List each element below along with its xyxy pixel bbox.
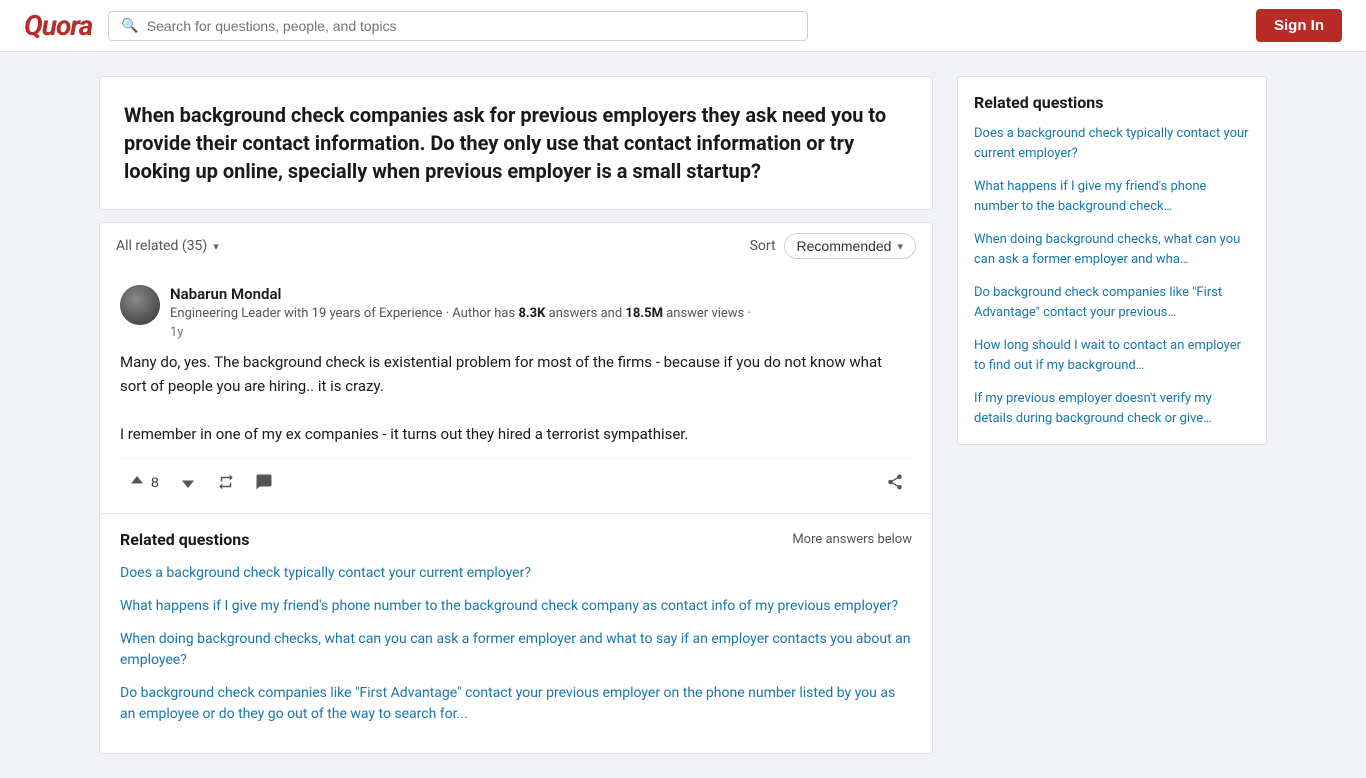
sidebar-link-6[interactable]: If my previous employer doesn't verify m… — [974, 389, 1250, 428]
all-related-button[interactable]: All related (35) ▾ — [116, 238, 219, 254]
share-icon — [886, 473, 904, 491]
more-answers-label: More answers below — [792, 532, 912, 547]
sort-value: Recommended — [797, 238, 892, 254]
page-content: When background check companies ask for … — [83, 52, 1283, 778]
downvote-button[interactable] — [171, 467, 205, 497]
question-title: When background check companies ask for … — [124, 101, 908, 185]
author-info: Nabarun Mondal Engineering Leader with 1… — [170, 285, 912, 340]
related-link-2[interactable]: What happens if I give my friend's phone… — [120, 596, 912, 617]
downvote-icon — [179, 473, 197, 491]
search-icon: 🔍 — [121, 18, 138, 34]
author-answers: 8.3K — [518, 306, 545, 321]
related-link-3[interactable]: When doing background checks, what can y… — [120, 629, 912, 671]
sidebar-column: Related questions Does a background chec… — [957, 76, 1267, 754]
related-questions-title: Related questions — [120, 530, 249, 549]
related-header: Related questions More answers below — [120, 530, 912, 549]
upvote-button[interactable]: 8 — [120, 467, 167, 497]
repost-icon — [217, 473, 235, 491]
sidebar-link-1[interactable]: Does a background check typically contac… — [974, 124, 1250, 163]
sort-dropdown[interactable]: Recommended ▾ — [784, 233, 916, 259]
share-button[interactable] — [878, 467, 912, 497]
sort-bar: All related (35) ▾ Sort Recommended ▾ — [99, 222, 933, 269]
action-bar: 8 — [120, 458, 912, 497]
all-related-label: All related (35) — [116, 238, 207, 254]
author-views: 18.5M — [625, 306, 663, 321]
logo[interactable]: Quora — [24, 9, 92, 42]
signin-button[interactable]: Sign In — [1256, 9, 1342, 42]
comment-icon — [255, 473, 273, 491]
sidebar-card: Related questions Does a background chec… — [957, 76, 1267, 445]
answer-body: Many do, yes. The background check is ex… — [120, 350, 912, 446]
search-bar: 🔍 — [108, 11, 808, 41]
chevron-down-icon-sort: ▾ — [897, 240, 903, 253]
question-card: When background check companies ask for … — [99, 76, 933, 210]
chevron-down-icon: ▾ — [213, 240, 219, 253]
main-column: When background check companies ask for … — [99, 76, 933, 754]
related-link-1[interactable]: Does a background check typically contac… — [120, 563, 912, 584]
sort-section: Sort Recommended ▾ — [750, 233, 916, 259]
author-bio: Engineering Leader with 19 years of Expe… — [170, 305, 912, 323]
upvote-icon — [128, 473, 146, 491]
avatar — [120, 285, 160, 325]
sidebar-link-4[interactable]: Do background check companies like "Firs… — [974, 283, 1250, 322]
answer-card: Nabarun Mondal Engineering Leader with 1… — [99, 269, 933, 514]
sidebar-link-5[interactable]: How long should I wait to contact an emp… — [974, 336, 1250, 375]
sort-label: Sort — [750, 238, 776, 254]
header: Quora 🔍 Sign In — [0, 0, 1366, 52]
repost-button[interactable] — [209, 467, 243, 497]
answer-paragraph-2: I remember in one of my ex companies - i… — [120, 422, 912, 446]
upvote-count: 8 — [151, 474, 159, 490]
related-link-4[interactable]: Do background check companies like "Firs… — [120, 683, 912, 725]
sidebar-related-title: Related questions — [974, 93, 1250, 112]
answer-paragraph-1: Many do, yes. The background check is ex… — [120, 350, 912, 398]
sidebar-link-3[interactable]: When doing background checks, what can y… — [974, 230, 1250, 269]
sidebar-link-2[interactable]: What happens if I give my friend's phone… — [974, 177, 1250, 216]
answer-author: Nabarun Mondal Engineering Leader with 1… — [120, 285, 912, 340]
search-input[interactable] — [147, 18, 796, 34]
related-questions-card: Related questions More answers below Doe… — [99, 514, 933, 754]
comment-button[interactable] — [247, 467, 281, 497]
answer-time: 1y — [170, 325, 912, 340]
author-name[interactable]: Nabarun Mondal — [170, 285, 912, 303]
